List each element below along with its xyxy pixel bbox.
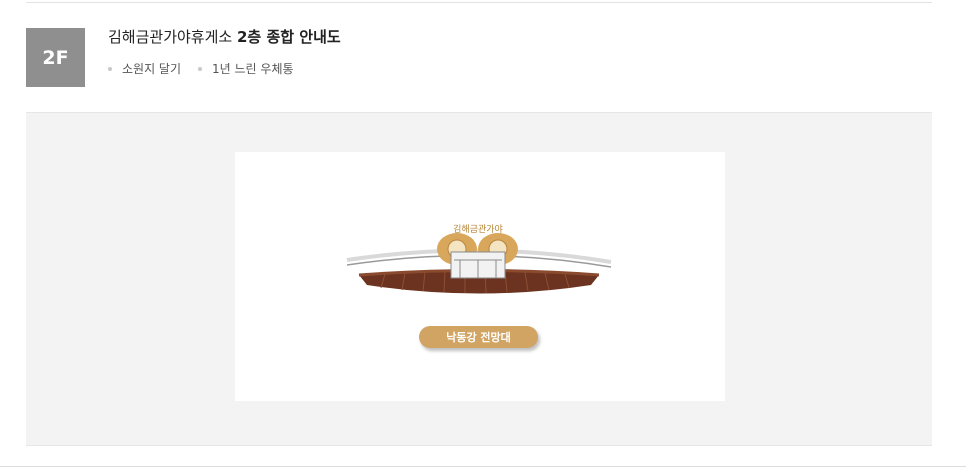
- feature-tag: 1년 느린 우체통: [198, 60, 294, 77]
- title-strong: 2층 종합 안내도: [236, 28, 341, 46]
- top-divider: [26, 2, 932, 3]
- feature-tag-label: 1년 느린 우체통: [212, 62, 294, 76]
- floor-guide-page: 2F 김해금관가야휴게소 2층 종합 안내도 소원지 달기 1년 느린 우체통: [0, 0, 966, 471]
- feature-tag-label: 소원지 달기: [122, 62, 182, 76]
- bottom-divider: [0, 466, 966, 467]
- page-title: 김해금관가야휴게소 2층 종합 안내도: [108, 26, 341, 47]
- bullet-icon: [198, 66, 203, 71]
- place-label-badge[interactable]: 낙동강 전망대: [419, 326, 538, 348]
- feature-tag: 소원지 달기: [108, 60, 181, 77]
- sign-text: 김해금관가야: [453, 223, 503, 235]
- feature-tags: 소원지 달기 1년 느린 우체통: [108, 60, 311, 77]
- floor-badge: 2F: [26, 28, 85, 87]
- observation-deck-illustration: 김해금관가야: [346, 223, 612, 294]
- title-prefix: 김해금관가야휴게소: [108, 28, 233, 46]
- floor-map-card: 김해금관가야 낙동강 전망대: [235, 152, 725, 401]
- bullet-icon: [108, 66, 112, 71]
